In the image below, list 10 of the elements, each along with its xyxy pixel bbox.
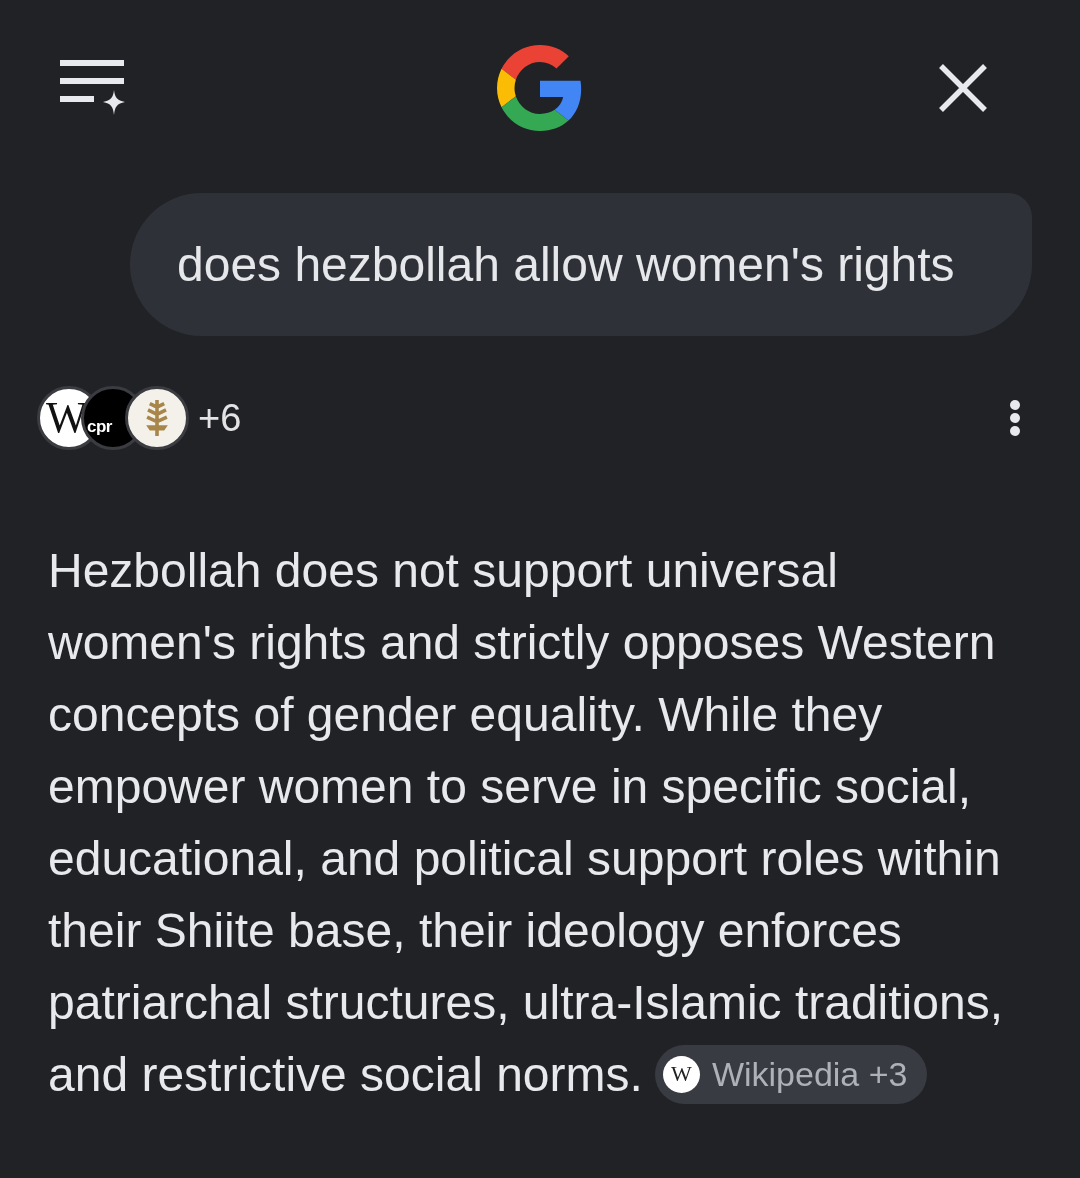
google-logo-icon — [497, 45, 583, 131]
more-vertical-icon — [1009, 399, 1021, 437]
close-icon — [938, 63, 988, 113]
wiki-favicon-icon: W — [662, 1055, 700, 1093]
query-text: does hezbollah allow women's rights — [177, 237, 955, 292]
answer-text: Hezbollah does not support universal women's rights and strictly opposes Western concepts of gender equality. While they empower women to serve in specific social, educational, and political support roles within their Shiite base, their ideology enforces patriarchal structures, ultra-Islamic traditions, and restrictive social norms. W Wikipedia +3 — [48, 535, 1028, 1111]
more-sources-count: +6 — [198, 396, 242, 440]
citation-chip[interactable]: W Wikipedia +3 — [654, 1044, 928, 1104]
close-button[interactable] — [938, 63, 988, 113]
more-options-button[interactable] — [1009, 399, 1021, 437]
